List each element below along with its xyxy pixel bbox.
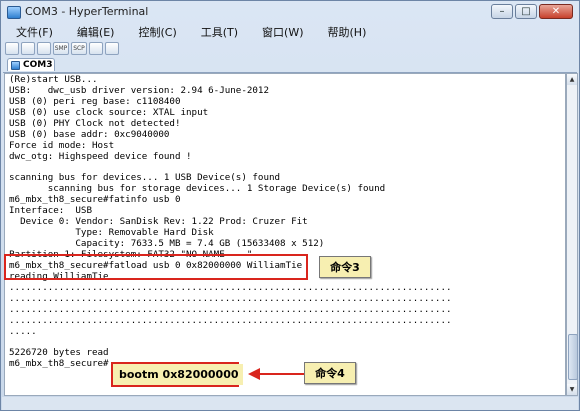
scroll-down-icon[interactable]: ▼ xyxy=(567,384,577,395)
arrow-left-icon xyxy=(248,368,304,380)
tab-label: COM3 xyxy=(23,59,53,70)
menu-window[interactable]: 窗口(W) xyxy=(250,23,315,39)
command3-label: 命令3 xyxy=(330,261,360,274)
window-title: COM3 - HyperTerminal xyxy=(25,5,149,18)
hyperterminal-app-icon xyxy=(7,6,21,19)
toolbar: SMP SCP xyxy=(5,40,119,56)
properties-icon[interactable] xyxy=(105,41,119,55)
maximize-button[interactable]: □ xyxy=(515,4,537,19)
smp-icon[interactable]: SMP xyxy=(53,41,69,55)
new-file-icon[interactable] xyxy=(5,41,19,55)
menu-tools[interactable]: 工具(T) xyxy=(189,23,250,39)
menu-edit[interactable]: 编辑(E) xyxy=(65,23,127,39)
close-button[interactable]: ✕ xyxy=(539,4,573,19)
command3-callout: 命令3 xyxy=(319,256,371,278)
refresh-icon[interactable] xyxy=(89,41,103,55)
save-icon[interactable] xyxy=(37,41,51,55)
terminal-icon xyxy=(11,60,20,70)
menu-bar: 文件(F) 编辑(E) 控制(C) 工具(T) 窗口(W) 帮助(H) xyxy=(2,23,578,39)
terminal-line: ........................................… xyxy=(9,303,452,315)
tab-com3[interactable]: COM3 xyxy=(7,58,55,71)
bootm-command-text: bootm 0x82000000 xyxy=(119,368,239,381)
command4-callout: 命令4 xyxy=(304,362,356,384)
open-folder-icon[interactable] xyxy=(21,41,35,55)
terminal-line: ........................................… xyxy=(9,314,452,326)
tab-bar: COM3 xyxy=(3,57,577,73)
terminal-output[interactable]: (Re)start USB... USB: dwc_usb driver vers… xyxy=(4,73,566,396)
scroll-up-icon[interactable]: ▲ xyxy=(567,74,577,85)
vertical-scrollbar[interactable]: ▲ ▼ xyxy=(566,73,578,396)
window-controls: – □ ✕ xyxy=(491,4,573,19)
terminal-line: USB (0) base addr: 0xc9040000 xyxy=(9,128,170,140)
scrollbar-thumb[interactable] xyxy=(568,334,578,380)
terminal-lines: (Re)start USB... USB: dwc_usb driver vers… xyxy=(9,74,452,370)
terminal-line: dwc_otg: Highspeed device found ! xyxy=(9,150,192,162)
menu-control[interactable]: 控制(C) xyxy=(126,23,188,39)
command3-highlight-box xyxy=(4,254,308,280)
status-bar xyxy=(2,397,578,410)
title-bar[interactable]: COM3 - HyperTerminal – □ ✕ xyxy=(1,1,579,23)
terminal-line: ..... xyxy=(9,325,37,337)
command4-label: 命令4 xyxy=(315,367,345,380)
hyperterminal-window: COM3 - HyperTerminal – □ ✕ 文件(F) 编辑(E) 控… xyxy=(0,0,580,411)
menu-help[interactable]: 帮助(H) xyxy=(316,23,379,39)
scp-icon[interactable]: SCP xyxy=(71,41,87,55)
terminal-line: Force id mode: Host xyxy=(9,139,115,151)
menu-file[interactable]: 文件(F) xyxy=(2,23,65,39)
minimize-button[interactable]: – xyxy=(491,4,513,19)
bootm-command-box: bootm 0x82000000 xyxy=(111,362,243,387)
bootm-command-fill: bootm 0x82000000 xyxy=(113,364,243,385)
